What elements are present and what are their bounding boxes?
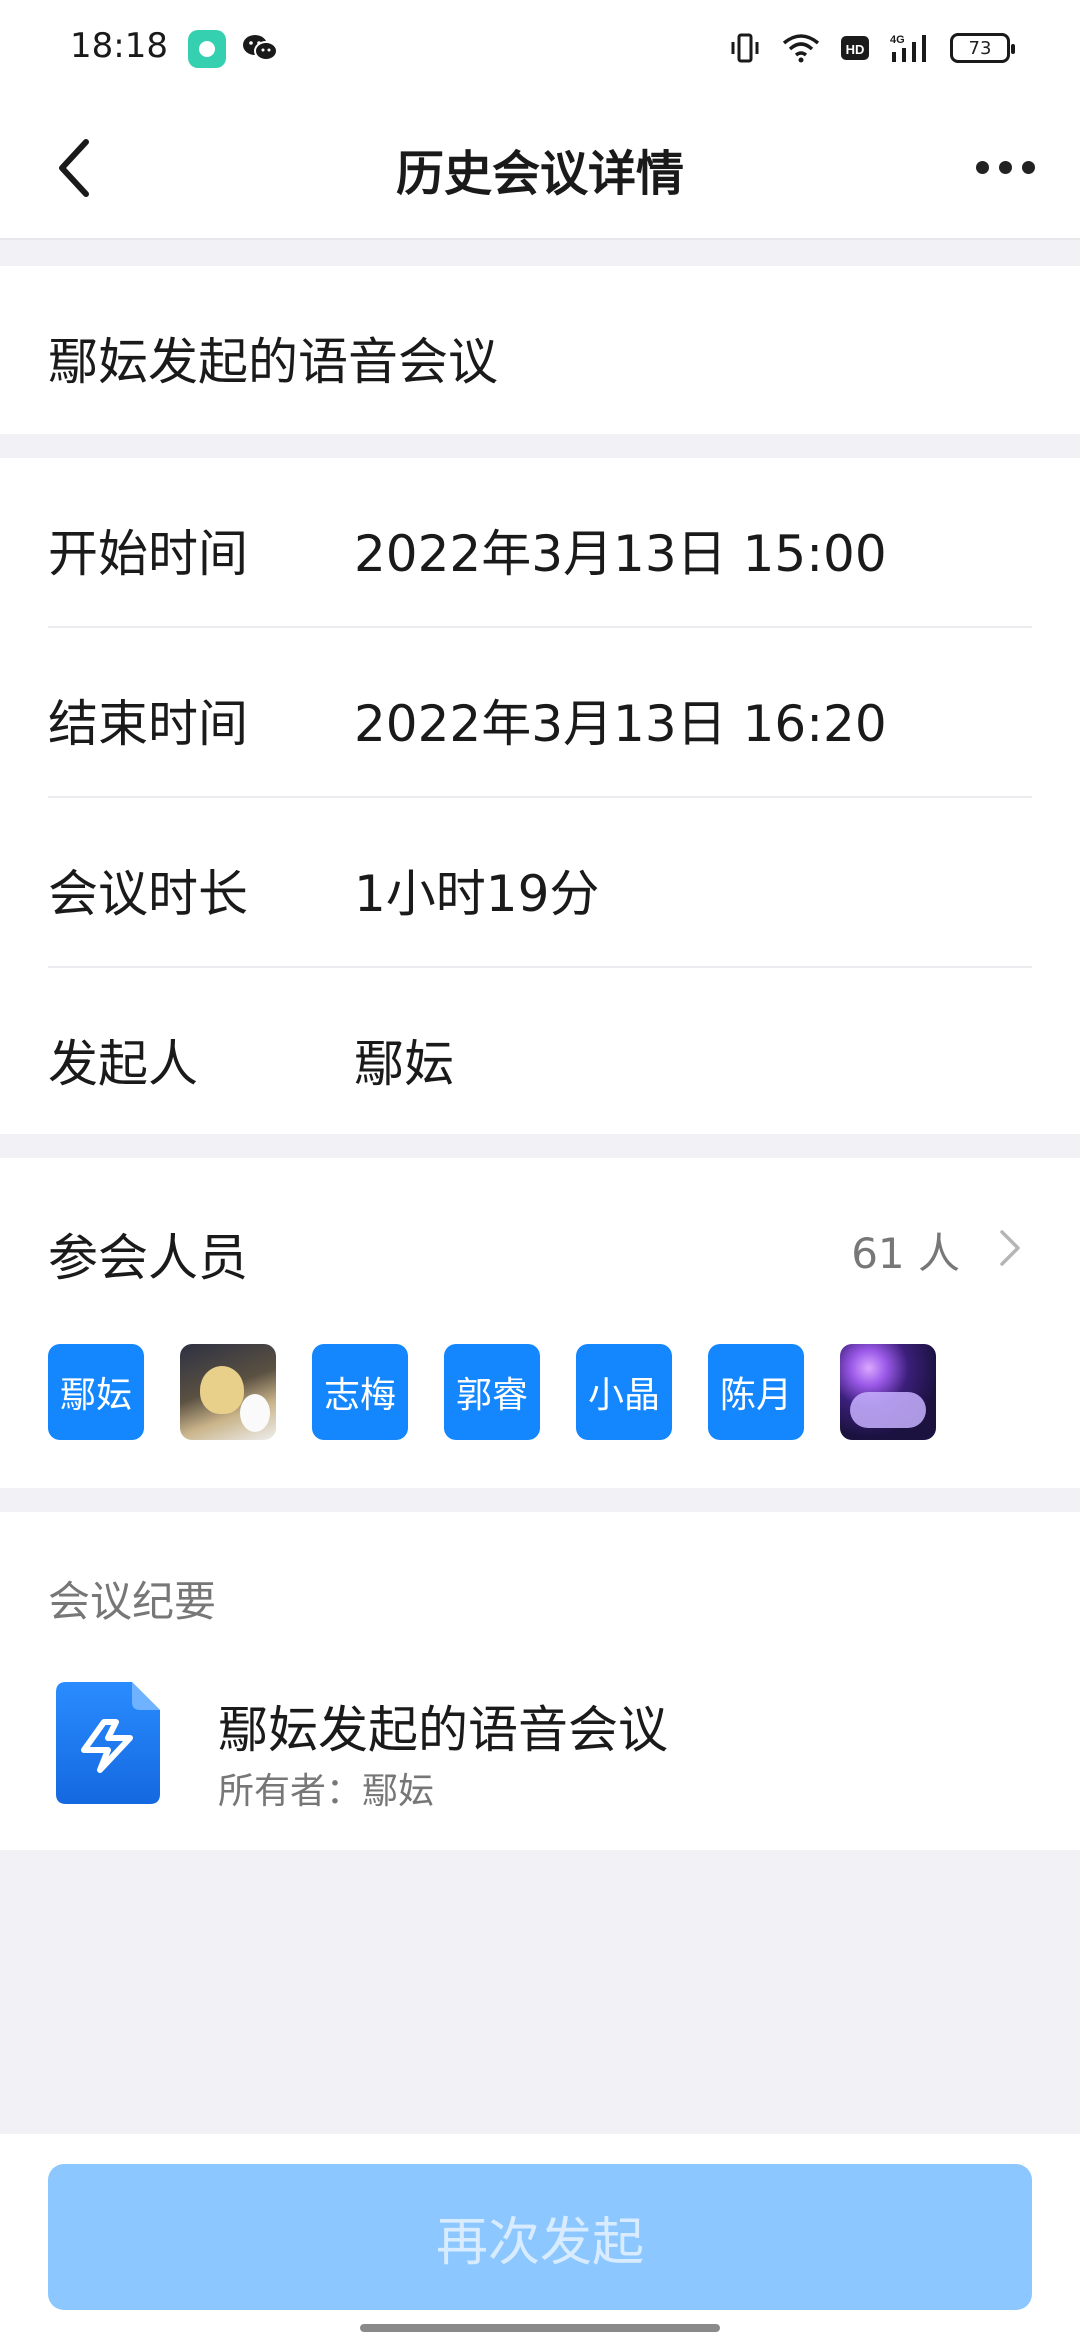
more-options-icon[interactable] [970,152,1040,182]
dot [1021,160,1035,174]
app-notification-icon [188,30,226,68]
avatar[interactable]: 鄢妘 [48,1344,144,1440]
meeting-detail-page: 18:18 HD 4G 73 历史会议详情 鄢妘发起的语音会议 开始时间 202… [0,0,1080,2340]
signal-4g-icon: 4G [890,34,926,62]
meeting-title-card: 鄢妘发起的语音会议 [0,266,1080,434]
participants-card[interactable]: 参会人员 61 人 鄢妘 志梅 郭睿 小晶 陈月 [0,1158,1080,1488]
wifi-icon [782,34,820,63]
participants-count[interactable]: 61 人 [851,1220,960,1281]
avatar[interactable]: 郭睿 [444,1344,540,1440]
status-time: 18:18 [70,26,168,66]
avatar[interactable]: 陈月 [708,1344,804,1440]
chevron-right-icon[interactable] [998,1228,1022,1268]
home-indicator[interactable] [360,2324,720,2332]
minutes-doc-title[interactable]: 鄢妘发起的语音会议 [218,1690,668,1762]
avatar[interactable]: 志梅 [312,1344,408,1440]
status-bar: 18:18 HD 4G 73 [0,0,1080,96]
hd-icon: HD [841,36,869,60]
battery-indicator: 73 [950,33,1015,63]
meeting-minutes-card: 会议纪要 鄢妘发起的语音会议 所有者：鄢妘 [0,1512,1080,1850]
wechat-icon [240,28,280,68]
document-icon[interactable] [56,1682,160,1804]
chick-image [200,1366,244,1414]
participants-label: 参会人员 [48,1229,248,1287]
cloud-image [850,1392,926,1428]
row-value: 2022年3月13日 15:00 [354,525,887,583]
row-value: 2022年3月13日 16:20 [354,695,887,753]
row-label: 开始时间 [48,525,248,583]
info-row-duration: 会议时长 1小时19分 [48,798,1032,968]
egg-image [240,1394,270,1432]
status-icons: HD 4G 73 [728,28,1015,68]
participant-avatars: 鄢妘 志梅 郭睿 小晶 陈月 [48,1344,936,1440]
restart-meeting-button[interactable]: 再次发起 [48,2164,1032,2310]
info-row-start-time: 开始时间 2022年3月13日 15:00 [48,458,1032,628]
avatar-chick-photo[interactable] [180,1344,276,1440]
meeting-info-card: 开始时间 2022年3月13日 15:00 结束时间 2022年3月13日 16… [0,458,1080,1134]
info-row-end-time: 结束时间 2022年3月13日 16:20 [48,628,1032,798]
meeting-name: 鄢妘发起的语音会议 [48,333,498,391]
svg-text:4G: 4G [890,34,905,46]
avatar[interactable]: 小晶 [576,1344,672,1440]
dot [998,160,1012,174]
vibrate-icon [731,33,759,63]
row-label: 会议时长 [48,865,248,923]
row-label: 结束时间 [48,695,248,753]
page-title: 历史会议详情 [395,146,684,202]
navigation-bar: 历史会议详情 [0,96,1080,240]
svg-text:HD: HD [846,42,865,57]
bottom-action-bar: 再次发起 [0,2134,1080,2340]
row-label: 发起人 [48,1035,198,1093]
row-value: 鄢妘 [354,1035,454,1093]
minutes-doc-owner: 所有者：鄢妘 [218,1771,435,1812]
avatar-moon-photo[interactable] [840,1344,936,1440]
info-row-initiator: 发起人 鄢妘 [48,968,1032,1138]
row-value: 1小时19分 [354,865,600,923]
minutes-label: 会议纪要 [48,1577,217,1626]
dot [975,160,989,174]
